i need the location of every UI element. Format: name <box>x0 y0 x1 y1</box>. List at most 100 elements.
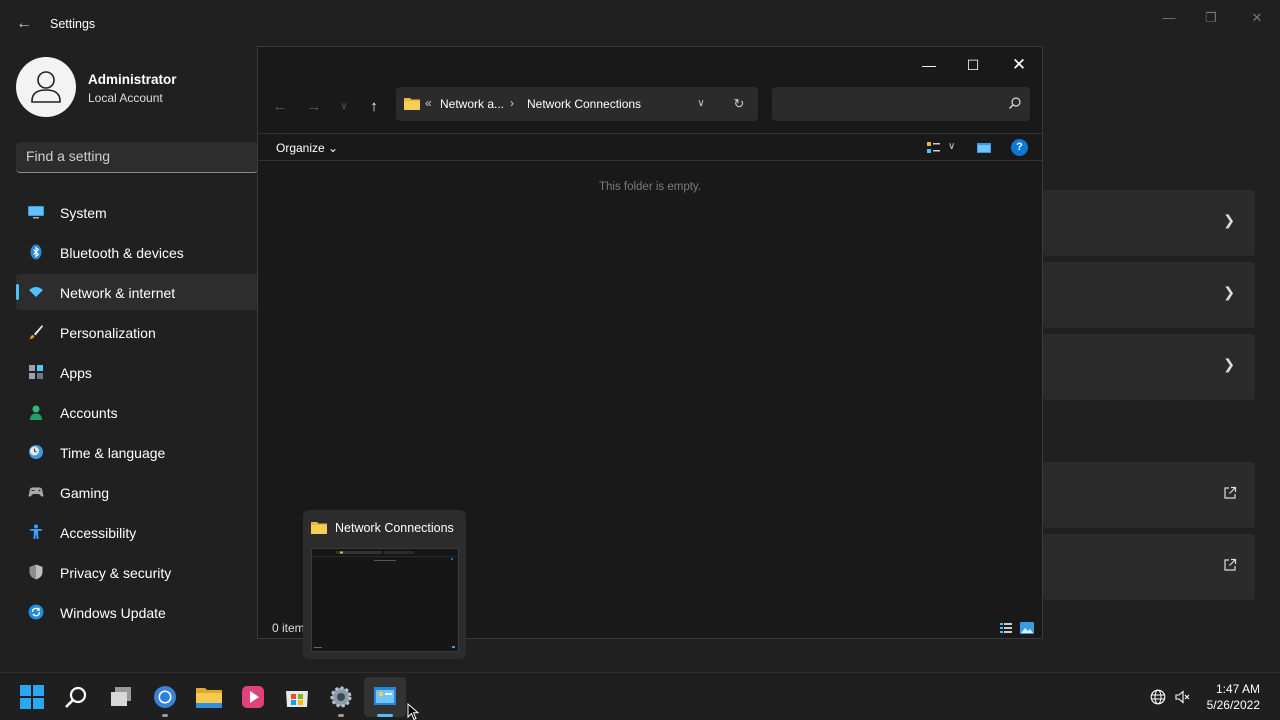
minimize-icon[interactable]: — <box>1154 8 1184 28</box>
sidebar-item-label: Bluetooth & devices <box>60 245 184 261</box>
preview-pane-icon[interactable] <box>976 140 992 156</box>
chevron-down-icon[interactable]: ∨ <box>692 95 710 113</box>
task-view-icon[interactable] <box>107 683 135 711</box>
settings-card[interactable]: ❯ <box>1043 334 1255 400</box>
sidebar-item-bluetooth[interactable]: Bluetooth & devices <box>16 234 258 270</box>
sidebar-item-label: Gaming <box>60 485 110 501</box>
settings-card[interactable]: ❯ <box>1043 262 1255 328</box>
folder-icon <box>404 98 420 110</box>
sidebar-item-privacy[interactable]: Privacy & security <box>16 554 258 590</box>
find-setting-box[interactable] <box>16 142 258 173</box>
store-icon[interactable] <box>283 683 311 711</box>
clock-globe-icon <box>29 445 43 459</box>
profile-account-type: Local Account <box>88 91 163 105</box>
sidebar-item-label: Network & internet <box>60 285 176 301</box>
help-icon[interactable]: ? <box>1011 139 1028 156</box>
breadcrumb-item[interactable]: Network a... <box>440 97 504 111</box>
settings-link-card[interactable] <box>1043 462 1255 528</box>
taskbar: 1:47 AM 5/26/2022 <box>0 672 1280 720</box>
gamepad-icon <box>28 487 44 497</box>
mouse-cursor-icon <box>407 703 420 720</box>
taskbar-thumbnail-preview[interactable]: Network Connections <box>303 510 466 659</box>
details-view-icon[interactable] <box>999 621 1013 635</box>
profile-name: Administrator <box>88 72 177 87</box>
thumbnail-window-preview <box>311 548 459 652</box>
sidebar-item-accessibility[interactable]: Accessibility <box>16 514 258 550</box>
sidebar-item-apps[interactable]: Apps <box>16 354 258 390</box>
update-icon <box>28 604 44 620</box>
search-box[interactable] <box>772 87 1030 121</box>
recent-locations-icon[interactable]: ∨ <box>332 97 356 117</box>
sidebar-item-label: Personalization <box>60 325 156 341</box>
sidebar-item-label: Accessibility <box>60 525 137 541</box>
back-icon[interactable]: ← <box>268 97 292 117</box>
sidebar-item-label: Time & language <box>60 445 166 461</box>
wifi-icon <box>29 287 43 297</box>
sidebar-item-label: Apps <box>60 365 92 381</box>
address-bar[interactable]: « Network a... › Network Connections ∨ ↻ <box>396 87 758 121</box>
settings-link-card[interactable] <box>1043 534 1255 600</box>
minimize-icon[interactable]: — <box>906 51 952 79</box>
breadcrumb-separator-icon: › <box>510 96 514 110</box>
volume-muted-icon[interactable] <box>1175 689 1191 705</box>
view-options-icon[interactable] <box>926 140 942 156</box>
sidebar-item-windows-update[interactable]: Windows Update <box>16 594 258 630</box>
forward-icon[interactable]: → <box>302 97 326 117</box>
close-icon[interactable]: ✕ <box>996 51 1042 79</box>
close-icon[interactable]: ✕ <box>1242 8 1272 28</box>
restore-icon[interactable]: ❐ <box>1196 8 1226 28</box>
avatar <box>16 57 76 117</box>
sidebar-item-personalization[interactable]: Personalization <box>16 314 258 350</box>
overflow-chevron-icon: « <box>425 96 432 110</box>
media-player-icon[interactable] <box>239 683 267 711</box>
apps-icon <box>29 365 43 379</box>
running-indicator <box>162 714 168 717</box>
accessibility-icon <box>30 524 42 539</box>
sidebar-item-time-language[interactable]: Time & language <box>16 434 258 470</box>
large-icons-view-icon[interactable] <box>1020 621 1034 635</box>
breadcrumb-item[interactable]: Network Connections <box>527 97 641 111</box>
settings-titlebar: ← Settings — ❐ ✕ <box>0 0 1280 48</box>
clock-date[interactable]: 5/26/2022 <box>1207 698 1260 712</box>
shield-icon <box>29 564 43 580</box>
clock-time[interactable]: 1:47 AM <box>1216 682 1260 696</box>
window-preview-image <box>312 549 458 651</box>
sidebar-item-label: Privacy & security <box>60 565 172 581</box>
maximize-icon[interactable]: ☐ <box>950 51 996 79</box>
sidebar-item-accounts[interactable]: Accounts <box>16 394 258 430</box>
sidebar-item-label: System <box>60 205 107 221</box>
settings-title: Settings <box>50 17 96 31</box>
refresh-icon[interactable]: ↻ <box>730 95 748 113</box>
back-arrow-icon[interactable]: ← <box>14 14 34 34</box>
external-link-icon <box>1224 486 1237 499</box>
sidebar-item-network[interactable]: Network & internet <box>16 274 258 310</box>
sidebar-item-system[interactable]: System <box>16 194 258 230</box>
active-indicator <box>377 714 393 717</box>
chevron-right-icon: ❯ <box>1223 356 1235 372</box>
organize-button[interactable]: Organize ⌄ <box>276 141 338 155</box>
brush-icon <box>29 325 43 339</box>
file-explorer-icon[interactable] <box>195 683 223 711</box>
find-setting-input[interactable] <box>26 148 256 164</box>
settings-gear-icon[interactable] <box>327 683 355 711</box>
bluetooth-icon <box>30 244 42 260</box>
globe-network-icon[interactable] <box>1150 689 1166 705</box>
chrome-icon[interactable] <box>151 683 179 711</box>
control-panel-icon[interactable] <box>371 683 399 711</box>
settings-nav: System Bluetooth & devices Network & int… <box>16 194 258 634</box>
search-input[interactable] <box>780 95 1000 109</box>
user-avatar-icon <box>31 71 61 103</box>
sidebar-item-gaming[interactable]: Gaming <box>16 474 258 510</box>
sidebar-item-label: Windows Update <box>60 605 166 621</box>
search-icon <box>1009 97 1021 109</box>
search-icon[interactable] <box>62 683 90 711</box>
start-icon[interactable] <box>18 683 46 711</box>
person-icon <box>30 405 42 420</box>
running-indicator <box>338 714 344 717</box>
monitor-icon <box>28 206 44 219</box>
command-bar: Organize ⌄ ∨ ? <box>258 133 1042 161</box>
up-arrow-icon[interactable]: ↑ <box>362 97 386 117</box>
chevron-down-icon[interactable]: ∨ <box>948 141 955 152</box>
empty-folder-message: This folder is empty. <box>598 181 702 193</box>
settings-card[interactable]: ❯ <box>1043 190 1255 256</box>
